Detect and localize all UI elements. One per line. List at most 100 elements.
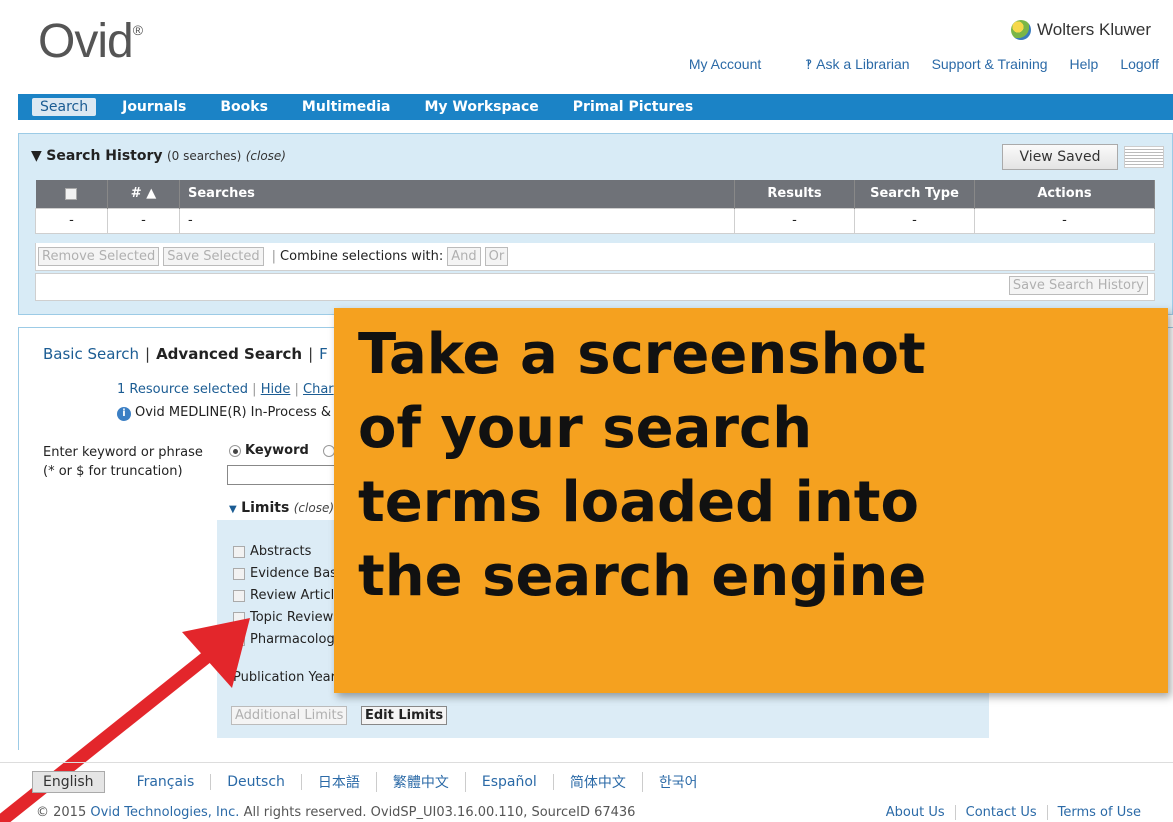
lang-german[interactable]: Deutsch <box>211 774 302 790</box>
lang-french[interactable]: Français <box>121 774 212 790</box>
top-links: My Account ‽ Ask a Librarian Support & Tr… <box>667 56 1159 73</box>
divider: | <box>271 249 277 264</box>
table-header-row: # ▲ Searches Results Search Type Actions <box>35 180 1155 208</box>
resource-count: 1 Resource selected <box>117 382 249 397</box>
logo-registered-mark: ® <box>132 22 143 38</box>
column-searches: Searches <box>179 180 735 208</box>
search-mode-tabs: Basic Search | Advanced Search | F <box>43 345 328 363</box>
ask-librarian-label: Ask a Librarian <box>816 56 910 72</box>
panel-resize-grip-icon[interactable] <box>1124 146 1164 168</box>
search-type-options: Keyword <box>229 443 339 458</box>
save-history-row: Save Search History <box>35 273 1155 301</box>
divider: | <box>294 382 299 397</box>
lang-korean[interactable]: 한국어 <box>643 772 714 792</box>
checkbox[interactable] <box>233 545 245 558</box>
keyword-instructions: Enter keyword or phrase (* or $ for trun… <box>43 443 203 481</box>
column-actions: Actions <box>974 180 1155 208</box>
column-results: Results <box>734 180 855 208</box>
select-all-column[interactable] <box>35 180 108 208</box>
remove-selected-button[interactable]: Remove Selected <box>38 247 160 266</box>
combine-or-button[interactable]: Or <box>484 247 509 266</box>
search-history-table: # ▲ Searches Results Search Type Actions… <box>35 180 1155 234</box>
main-nav: Search Journals Books Multimedia My Work… <box>18 94 1173 120</box>
ovid-logo[interactable]: Ovid® <box>38 14 143 69</box>
expand-triangle-icon[interactable]: ▼ <box>229 504 237 515</box>
limits-title: Limits <box>241 500 290 516</box>
history-actions-row: Remove Selected Save Selected | Combine … <box>35 243 1155 271</box>
tab-partial[interactable]: F <box>319 345 328 363</box>
copyright: © 2015 Ovid Technologies, Inc. All right… <box>36 805 635 820</box>
view-saved-button[interactable]: View Saved <box>1002 144 1118 170</box>
tab-basic-search[interactable]: Basic Search <box>43 345 139 363</box>
info-icon[interactable]: i <box>117 407 131 421</box>
search-count: (0 searches) <box>166 149 242 163</box>
limit-abstracts[interactable]: Abstracts <box>233 544 311 559</box>
copyright-text: All rights reserved. OvidSP_UI03.16.00.1… <box>243 805 636 820</box>
limit-evidence-based[interactable]: Evidence Bas <box>233 566 337 581</box>
support-training-link[interactable]: Support & Training <box>932 56 1048 73</box>
wolters-kluwer-brand: Wolters Kluwer <box>1011 20 1151 40</box>
copyright-year: © 2015 <box>36 805 87 820</box>
tab-advanced-search[interactable]: Advanced Search <box>156 345 302 363</box>
lang-traditional-chinese[interactable]: 繁體中文 <box>377 772 466 792</box>
help-link[interactable]: Help <box>1070 56 1099 73</box>
search-history-panel: ▼ Search History (0 searches) (close) Vi… <box>18 133 1173 315</box>
about-us-link[interactable]: About Us <box>876 805 955 820</box>
column-number[interactable]: # ▲ <box>107 180 180 208</box>
collapse-triangle-icon[interactable]: ▼ <box>31 148 42 164</box>
checkbox[interactable] <box>233 567 245 580</box>
nav-books[interactable]: Books <box>220 99 268 115</box>
nav-my-workspace[interactable]: My Workspace <box>424 99 538 115</box>
keyword-radio[interactable] <box>229 444 241 457</box>
column-search-type: Search Type <box>854 180 975 208</box>
lang-english[interactable]: English <box>32 771 105 793</box>
nav-primal-pictures[interactable]: Primal Pictures <box>573 99 693 115</box>
limits-close-link[interactable]: (close) <box>294 501 334 515</box>
select-all-checkbox[interactable] <box>65 187 78 200</box>
instruction-text: Take a screenshot of your search terms l… <box>358 322 927 609</box>
logoff-link[interactable]: Logoff <box>1120 56 1159 73</box>
database-name: i Ovid MEDLINE(R) In-Process & <box>117 405 331 421</box>
change-link[interactable]: Char <box>303 382 334 397</box>
save-search-history-button[interactable]: Save Search History <box>1008 276 1148 295</box>
cell-searches: - <box>179 207 735 234</box>
search-history-close-link[interactable]: (close) <box>246 149 286 163</box>
search-history-header[interactable]: ▼ Search History (0 searches) (close) <box>31 148 286 164</box>
ask-librarian-link[interactable]: ‽ Ask a Librarian <box>783 56 909 73</box>
cell-check: - <box>35 207 108 234</box>
combine-label: Combine selections with: <box>280 249 444 264</box>
search-history-title: Search History <box>46 148 163 164</box>
edit-limits-button[interactable]: Edit Limits <box>361 706 448 725</box>
divider: | <box>145 345 151 363</box>
terms-of-use-link[interactable]: Terms of Use <box>1046 805 1151 820</box>
limit-label: Abstracts <box>250 544 312 559</box>
nav-journals[interactable]: Journals <box>122 99 186 115</box>
contact-us-link[interactable]: Contact Us <box>954 805 1047 820</box>
combine-and-button[interactable]: And <box>447 247 481 266</box>
save-selected-button[interactable]: Save Selected <box>163 247 264 266</box>
wolters-kluwer-logo-icon <box>1011 20 1031 40</box>
nav-search[interactable]: Search <box>32 98 97 116</box>
keyword-label: Enter keyword or phrase <box>43 445 203 460</box>
footer-links: About Us Contact Us Terms of Use <box>876 805 1151 820</box>
brand-name: Wolters Kluwer <box>1037 20 1151 39</box>
limits-header[interactable]: ▼ Limits (close) <box>229 500 334 516</box>
lang-japanese[interactable]: 日本語 <box>302 772 377 792</box>
header: Ovid® Wolters Kluwer My Account ‽ Ask a L… <box>0 0 1173 90</box>
language-selector: English Français Deutsch 日本語 繁體中文 Españo… <box>32 771 713 793</box>
keyword-radio-label: Keyword <box>245 443 309 458</box>
hide-link[interactable]: Hide <box>261 382 291 397</box>
truncation-hint: (* or $ for truncation) <box>43 464 183 479</box>
cell-results: - <box>734 207 855 234</box>
cell-number: - <box>107 207 180 234</box>
lang-simplified-chinese[interactable]: 简体中文 <box>554 772 643 792</box>
my-account-link[interactable]: My Account <box>689 56 761 73</box>
lang-spanish[interactable]: Español <box>466 774 554 790</box>
divider: | <box>308 345 314 363</box>
footer-divider <box>0 762 1173 763</box>
ovid-technologies-link[interactable]: Ovid Technologies, Inc. <box>90 805 239 820</box>
cell-type: - <box>854 207 975 234</box>
database-label: Ovid MEDLINE(R) In-Process & <box>135 405 332 420</box>
divider: | <box>252 382 257 397</box>
nav-multimedia[interactable]: Multimedia <box>302 99 391 115</box>
